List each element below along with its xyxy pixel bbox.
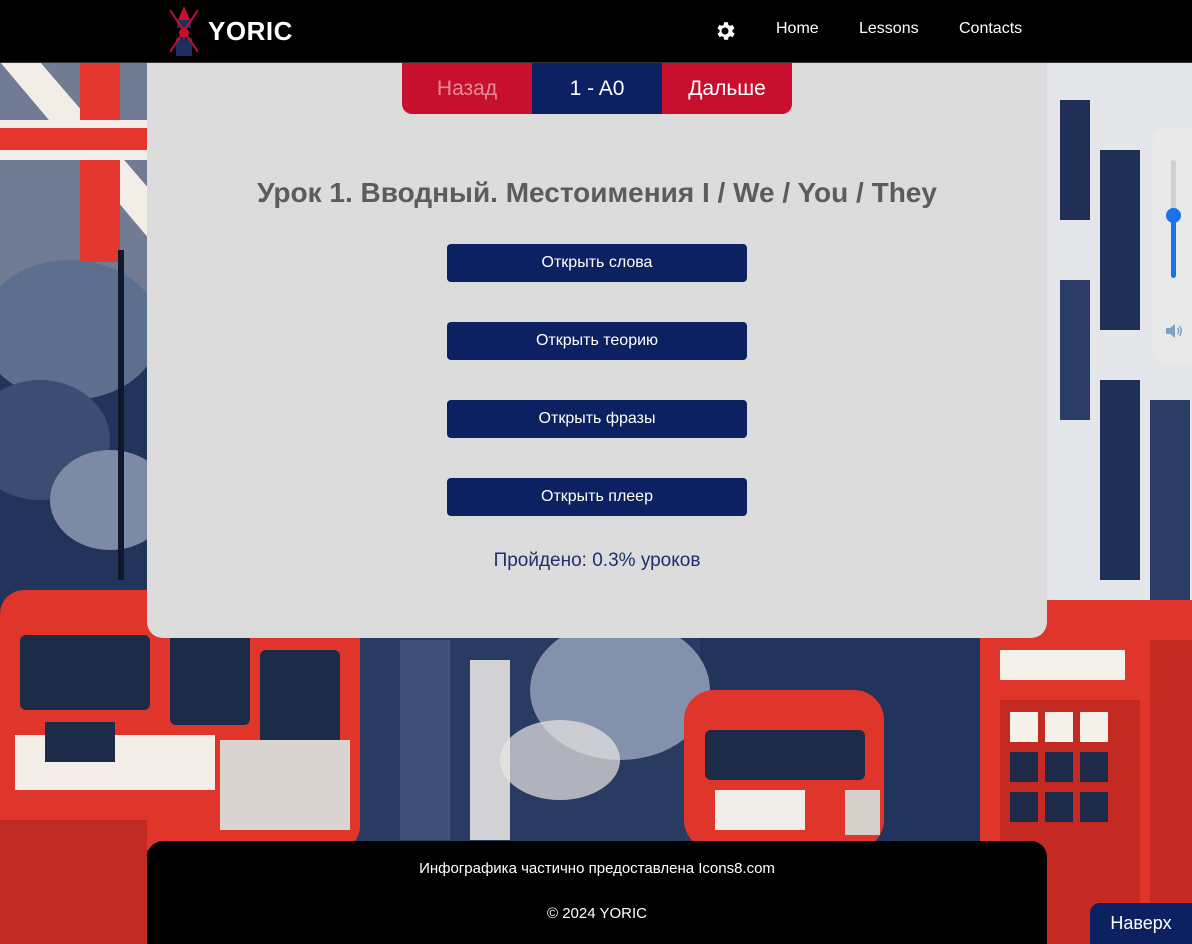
brand-name: YORIC: [208, 15, 293, 46]
top-navbar: YORIC Home Lessons Contacts: [0, 0, 1192, 63]
footer-credit: Инфографика частично предоставлена Icons…: [419, 860, 775, 877]
open-phrases-button[interactable]: Открыть фразы: [447, 400, 747, 438]
current-lesson-indicator: 1 - A0: [532, 63, 662, 114]
volume-slider-fill: [1171, 215, 1176, 278]
prev-lesson-button[interactable]: Назад: [402, 63, 532, 114]
lesson-title: Урок 1. Вводный. Местоимения I / We / Yo…: [257, 177, 937, 208]
lesson-pager: Назад 1 - A0 Дальше: [402, 63, 792, 114]
nav-home-link[interactable]: Home: [776, 20, 819, 38]
brand-logo[interactable]: YORIC: [170, 6, 293, 56]
lesson-card: Назад 1 - A0 Дальше Урок 1. Вводный. Мес…: [147, 63, 1047, 638]
open-player-button[interactable]: Открыть плеер: [447, 478, 747, 516]
speaker-icon[interactable]: [1164, 322, 1184, 340]
big-ben-icon: [170, 6, 198, 56]
footer-copyright: © 2024 YORIC: [547, 905, 647, 922]
footer: Инфографика частично предоставлена Icons…: [147, 841, 1047, 944]
open-words-button[interactable]: Открыть слова: [447, 244, 747, 282]
nav-contacts-link[interactable]: Contacts: [959, 20, 1022, 38]
gear-icon[interactable]: [713, 19, 737, 43]
volume-panel: [1153, 128, 1192, 364]
progress-text: Пройдено: 0.3% уроков: [493, 550, 701, 571]
nav-lessons-link[interactable]: Lessons: [859, 20, 919, 38]
scroll-to-top-button[interactable]: Наверх: [1090, 903, 1192, 944]
open-theory-button[interactable]: Открыть теорию: [447, 322, 747, 360]
volume-slider[interactable]: [1166, 160, 1181, 278]
next-lesson-button[interactable]: Дальше: [662, 63, 792, 114]
volume-slider-thumb[interactable]: [1166, 208, 1181, 224]
